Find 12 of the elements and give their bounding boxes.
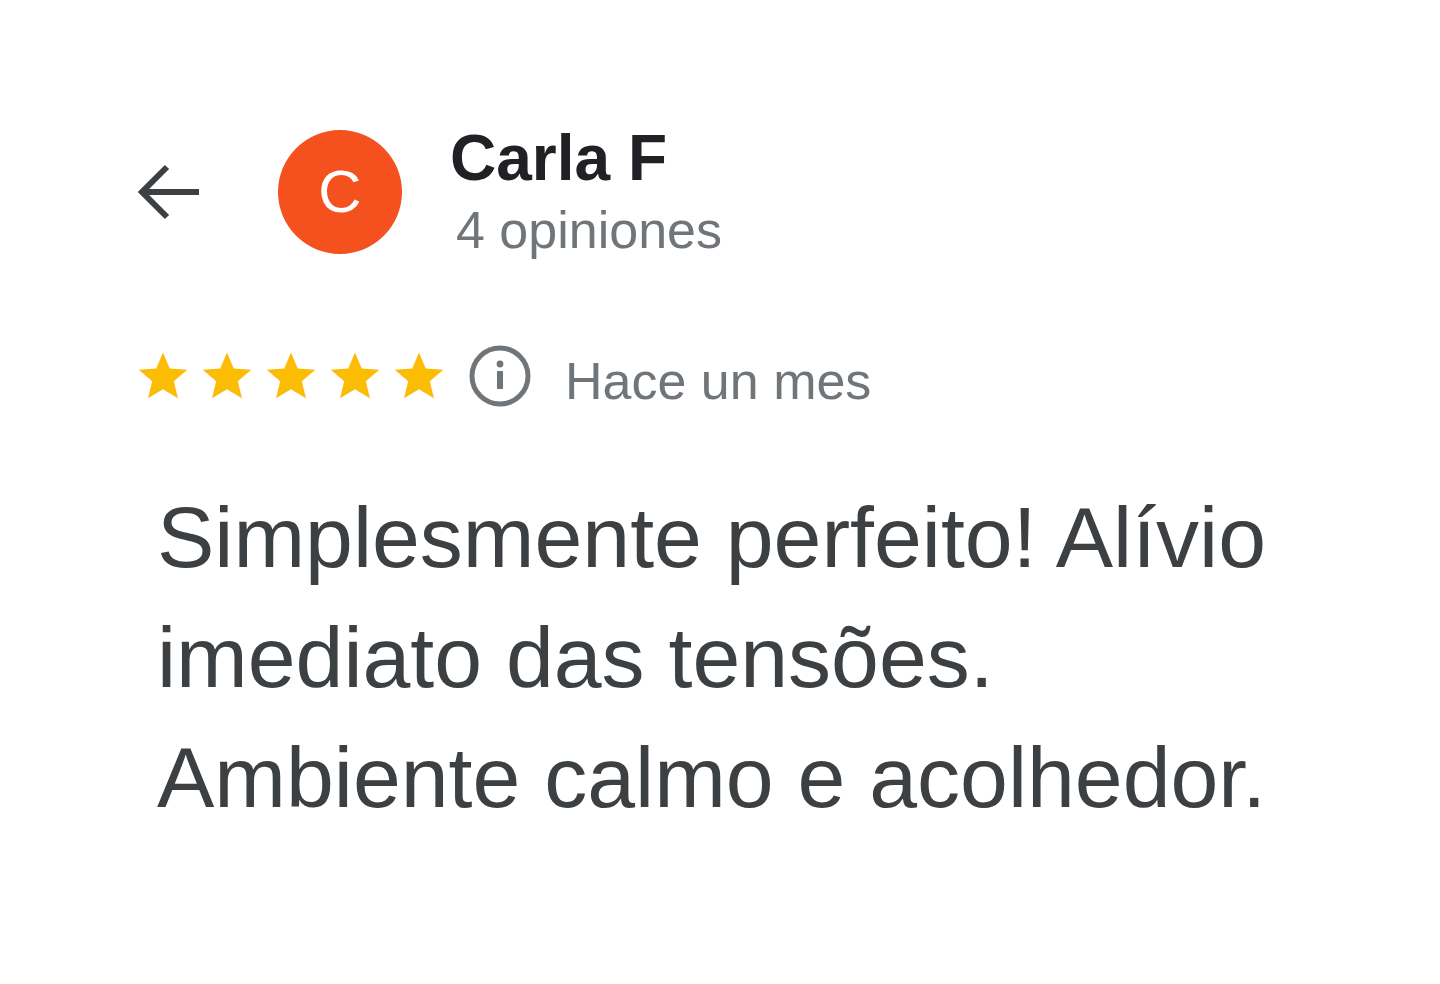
star-icon [265,351,317,401]
reviewer-name: Carla F [450,122,668,194]
review-count: 4 opiniones [456,200,722,261]
review-time: Hace un mes [565,351,872,412]
back-arrow-icon[interactable] [137,162,201,222]
star-icon [201,351,253,401]
star-icon [329,351,381,401]
info-icon[interactable] [469,345,531,407]
review-text: Simplesmente perfeito! Alívio imediato das tensões. Ambiente calmo e acolhedor. [157,488,1268,827]
avatar: C [278,130,402,254]
star-icon [393,351,445,401]
star-icon [137,351,189,401]
